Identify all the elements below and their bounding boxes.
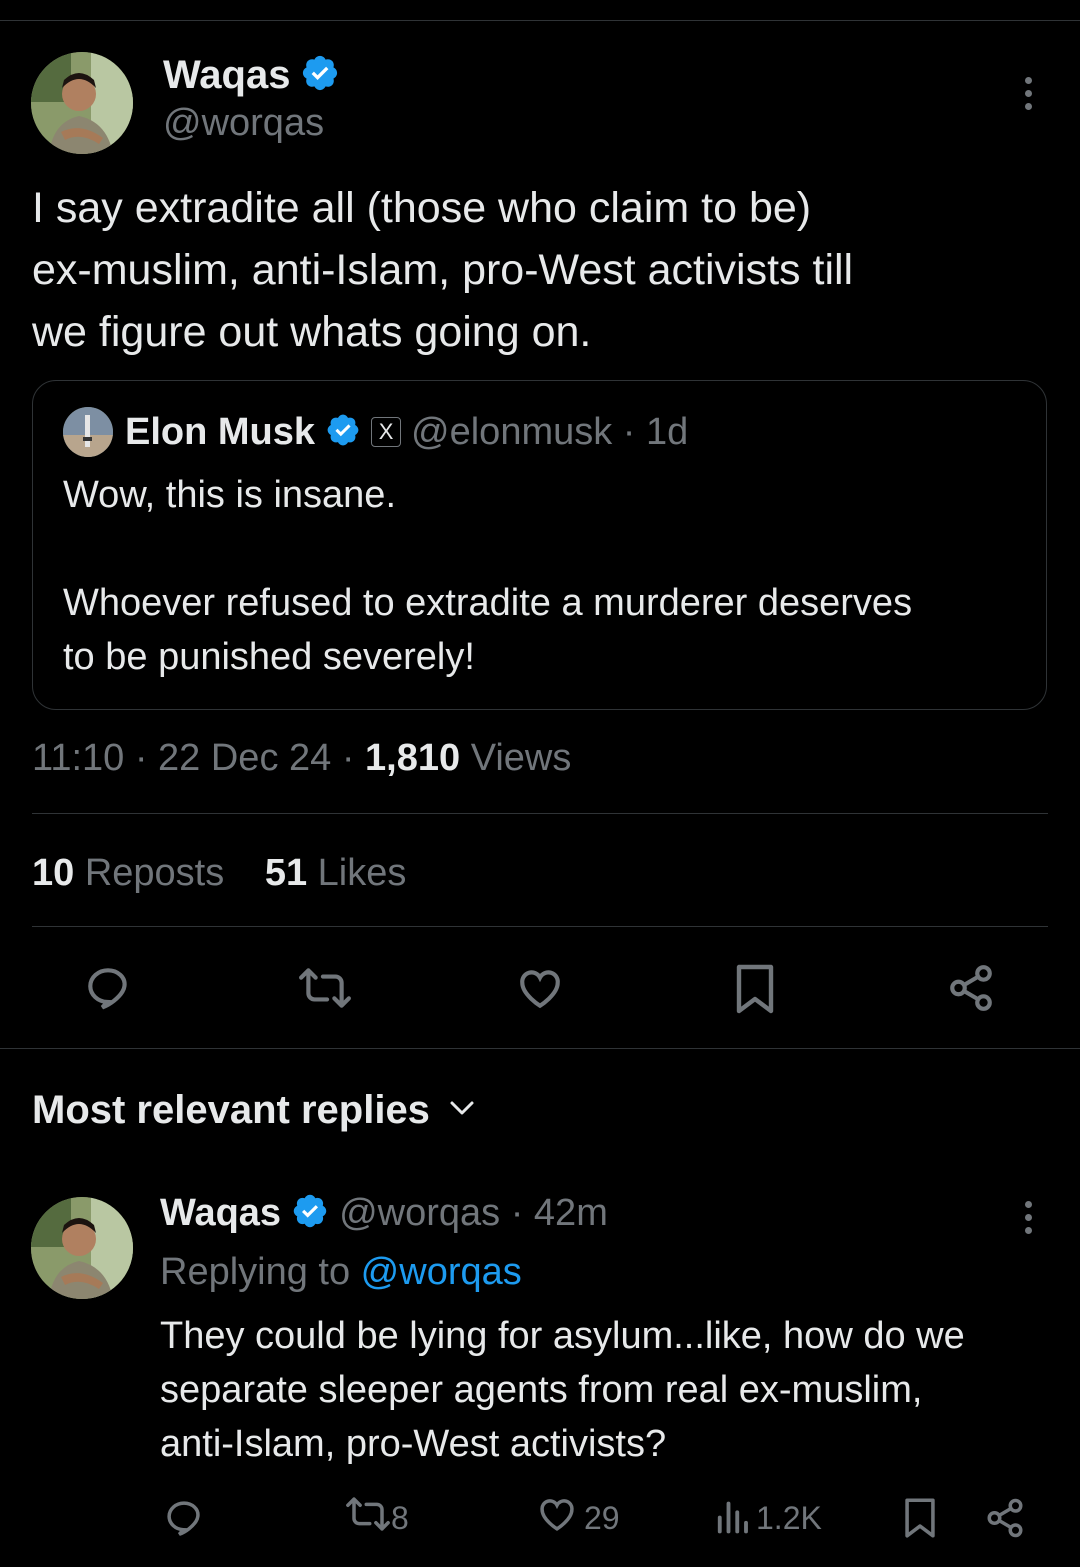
reply-views-count: 1.2K <box>756 1499 822 1536</box>
divider <box>0 1048 1080 1049</box>
quote-author-name: Elon Musk <box>125 410 316 453</box>
quote-text: Wow, this is insane. Whoever refused to … <box>63 468 1023 684</box>
replies-header: Most relevant replies <box>32 1088 430 1132</box>
tweet-meta: 11:10 · 22 Dec 24 · 1,810 Views <box>32 735 571 781</box>
reply-text-line: They could be lying for asylum...like, h… <box>160 1315 965 1357</box>
heart-icon[interactable] <box>514 963 566 1013</box>
reply-handle-time[interactable]: @worqas · 42m <box>339 1192 608 1235</box>
tweet-text-line: we figure out whats going on. <box>32 308 592 356</box>
reply-text-line: separate sleeper agents from real ex-mus… <box>160 1369 923 1411</box>
more-icon[interactable] <box>1025 1201 1033 1240</box>
replying-handle-link[interactable]: @worqas <box>361 1251 522 1293</box>
verified-badge-icon <box>325 412 361 453</box>
reposts-stat[interactable]: 10 Reposts <box>32 852 224 894</box>
views-icon <box>714 1493 750 1543</box>
author-name[interactable]: Waqas <box>163 53 290 98</box>
tweet-text: I say extradite all (those who claim to … <box>32 177 1052 363</box>
reply-text-line: anti-Islam, pro-West activists? <box>160 1423 667 1465</box>
author-avatar[interactable] <box>31 52 133 154</box>
divider <box>32 813 1048 814</box>
verified-badge-icon <box>300 53 340 98</box>
bookmark-icon[interactable] <box>902 1497 938 1539</box>
reply-like-count: 29 <box>584 1499 620 1536</box>
reply-author-avatar[interactable] <box>31 1197 133 1299</box>
replies-sort-dropdown[interactable]: Most relevant replies <box>32 1088 476 1133</box>
verified-badge-icon <box>291 1192 329 1235</box>
top-divider <box>0 20 1080 21</box>
tweet-text-line: I say extradite all (those who claim to … <box>32 184 812 232</box>
divider <box>32 926 1048 927</box>
likes-stat[interactable]: 51 Likes <box>265 852 407 894</box>
reply-icon[interactable] <box>83 963 133 1013</box>
more-icon[interactable] <box>1025 77 1033 116</box>
share-icon[interactable] <box>984 1497 1026 1539</box>
tweet-timestamp[interactable]: 11:10 · 22 Dec 24 · <box>32 737 365 779</box>
share-icon[interactable] <box>946 963 996 1013</box>
quote-handle-time: @elonmusk · 1d <box>411 410 689 453</box>
quote-text-line: Wow, this is insane. <box>63 474 397 516</box>
reply-repost-button[interactable]: 8 <box>345 1497 409 1539</box>
reposts-label: Reposts <box>74 852 225 894</box>
heart-icon <box>536 1493 578 1543</box>
reply-views-button[interactable]: 1.2K <box>714 1497 822 1539</box>
reply-text: They could be lying for asylum...like, h… <box>160 1309 1060 1471</box>
affiliate-badge: X <box>371 417 402 447</box>
quote-text-line: Whoever refused to extradite a murderer … <box>63 582 913 624</box>
views-count: 1,810 <box>365 737 461 779</box>
tweet-text-line: ex-muslim, anti-Islam, pro-West activist… <box>32 246 854 294</box>
repost-icon <box>345 1493 391 1543</box>
bookmark-icon[interactable] <box>732 963 778 1015</box>
repost-icon[interactable] <box>298 963 352 1013</box>
reply-author-name[interactable]: Waqas <box>160 1192 281 1235</box>
reply-repost-count: 8 <box>391 1499 409 1536</box>
quoted-tweet[interactable]: Elon Musk X @elonmusk · 1d Wow, this is … <box>32 380 1047 710</box>
quote-text-line: to be punished severely! <box>63 636 475 678</box>
reposts-count: 10 <box>32 852 75 894</box>
author-handle[interactable]: @worqas <box>163 100 324 146</box>
reply-like-button[interactable]: 29 <box>536 1497 620 1539</box>
likes-label: Likes <box>307 852 407 894</box>
replying-to: Replying to @worqas <box>160 1249 522 1295</box>
likes-count: 51 <box>264 852 308 894</box>
chevron-down-icon <box>448 1098 476 1123</box>
reply-icon[interactable] <box>163 1497 205 1539</box>
views-label: Views <box>460 737 572 779</box>
replying-prefix: Replying to <box>160 1251 361 1293</box>
engagement-stats: 10 Reposts 51 Likes <box>32 850 406 896</box>
quote-author-avatar <box>63 407 113 457</box>
